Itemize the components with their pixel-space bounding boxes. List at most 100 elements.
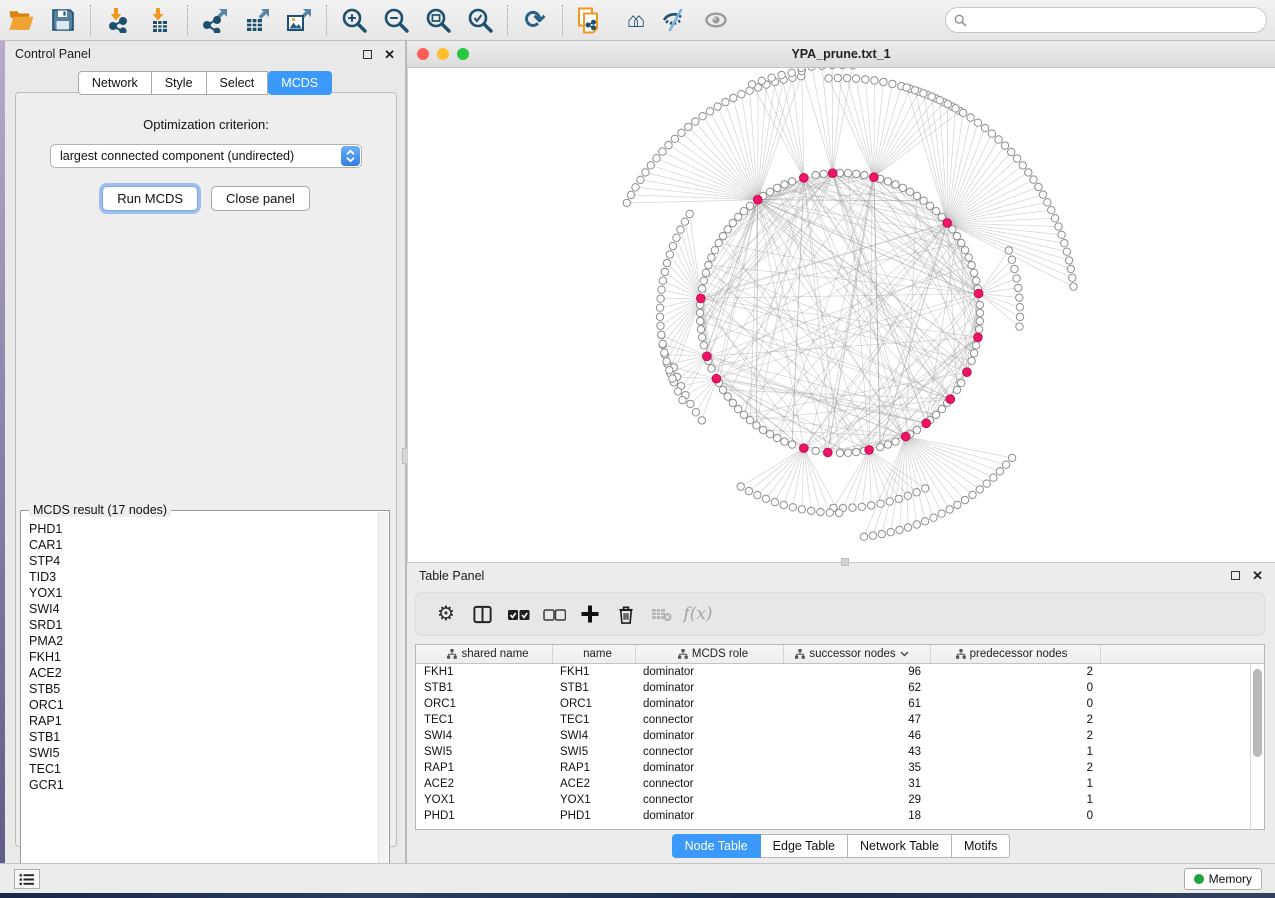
column-header-shared-name[interactable]: shared name bbox=[416, 645, 553, 663]
zoom-selected-button[interactable] bbox=[463, 4, 497, 36]
optimization-criterion-select[interactable]: largest connected component (undirected) bbox=[50, 144, 362, 168]
export-table-button[interactable] bbox=[240, 4, 274, 36]
list-item[interactable]: TID3 bbox=[29, 569, 377, 585]
table-panel-header: Table Panel ✕ bbox=[407, 563, 1275, 588]
list-item[interactable]: STB1 bbox=[29, 729, 377, 745]
mcds-result-title: MCDS result (17 nodes) bbox=[29, 503, 171, 517]
toolbar-separator bbox=[187, 5, 188, 35]
column-header-name[interactable]: name bbox=[553, 645, 636, 663]
table-row[interactable]: TEC1TEC1connector472 bbox=[416, 712, 1250, 728]
eye-icon bbox=[703, 7, 730, 33]
status-bar: Memory bbox=[0, 863, 1275, 893]
list-item[interactable]: PMA2 bbox=[29, 633, 377, 649]
search-field[interactable] bbox=[945, 7, 1267, 33]
show-all-button[interactable] bbox=[699, 4, 733, 36]
float-window-icon[interactable] bbox=[363, 50, 372, 59]
list-item[interactable]: STP4 bbox=[29, 553, 377, 569]
column-header-predecessor-nodes[interactable]: predecessor nodes bbox=[931, 645, 1101, 663]
list-item[interactable]: FKH1 bbox=[29, 649, 377, 665]
horizontal-splitter-grip[interactable] bbox=[841, 558, 849, 566]
create-column-button[interactable] bbox=[572, 596, 608, 632]
list-item[interactable]: ORC1 bbox=[29, 697, 377, 713]
list-item[interactable]: GCR1 bbox=[29, 777, 377, 793]
table-row[interactable]: SWI4SWI4dominator462 bbox=[416, 728, 1250, 744]
import-network-icon bbox=[105, 7, 131, 33]
network-view-titlebar: YPA_prune.txt_1 bbox=[407, 41, 1275, 68]
sort-descending-icon bbox=[900, 651, 909, 657]
desktop-wallpaper-bottom bbox=[0, 893, 1275, 898]
import-table-button[interactable] bbox=[143, 4, 177, 36]
deselect-all-button[interactable] bbox=[536, 596, 572, 632]
network-canvas[interactable] bbox=[407, 68, 1275, 562]
list-item[interactable]: ACE2 bbox=[29, 665, 377, 681]
export-table-icon bbox=[244, 7, 271, 33]
trash-icon bbox=[616, 604, 636, 625]
refresh-layout-button[interactable]: ⟳ bbox=[518, 4, 552, 36]
close-icon[interactable]: ✕ bbox=[384, 48, 395, 61]
tab-mcds[interactable]: MCDS bbox=[268, 71, 332, 95]
tab-motifs[interactable]: Motifs bbox=[952, 834, 1010, 858]
close-icon[interactable]: ✕ bbox=[1252, 569, 1263, 582]
column-header-mcds-role[interactable]: MCDS role bbox=[636, 645, 784, 663]
table-row[interactable]: PHD1PHD1dominator180 bbox=[416, 808, 1250, 824]
tab-edge-table[interactable]: Edge Table bbox=[761, 834, 848, 858]
column-header-successor-nodes[interactable]: successor nodes bbox=[784, 645, 931, 663]
hide-selected-button[interactable] bbox=[657, 4, 691, 36]
zoom-out-button[interactable] bbox=[379, 4, 413, 36]
list-item[interactable]: TEC1 bbox=[29, 761, 377, 777]
clone-network-button[interactable] bbox=[573, 4, 607, 36]
memory-button[interactable]: Memory bbox=[1184, 868, 1262, 890]
table-row[interactable]: STB1STB1dominator620 bbox=[416, 680, 1250, 696]
list-item[interactable]: STB5 bbox=[29, 681, 377, 697]
tab-select[interactable]: Select bbox=[207, 71, 269, 95]
list-item[interactable]: SWI4 bbox=[29, 601, 377, 617]
close-panel-button[interactable]: Close panel bbox=[211, 186, 310, 211]
node-table: shared name name MCDS role successor nod… bbox=[415, 644, 1265, 830]
eye-slash-icon bbox=[661, 7, 688, 33]
list-item[interactable]: PHD1 bbox=[29, 521, 377, 537]
table-panel-title: Table Panel bbox=[419, 569, 484, 583]
tab-node-table[interactable]: Node Table bbox=[672, 834, 761, 858]
function-icon: f(x) bbox=[683, 604, 712, 624]
attribute-icon bbox=[447, 649, 457, 659]
open-file-button[interactable] bbox=[4, 4, 38, 36]
table-row[interactable]: SWI5SWI5connector431 bbox=[416, 744, 1250, 760]
list-item[interactable]: SWI5 bbox=[29, 745, 377, 761]
table-row[interactable]: FKH1FKH1dominator962 bbox=[416, 664, 1250, 680]
export-network-button[interactable] bbox=[198, 4, 232, 36]
select-all-button[interactable] bbox=[500, 596, 536, 632]
save-session-button[interactable] bbox=[46, 4, 80, 36]
zoom-in-button[interactable] bbox=[337, 4, 371, 36]
table-settings-button[interactable]: ⚙ bbox=[428, 596, 464, 632]
float-window-icon[interactable] bbox=[1231, 571, 1240, 580]
toolbar-separator bbox=[90, 5, 91, 35]
export-image-button[interactable] bbox=[282, 4, 316, 36]
table-scrollbar[interactable] bbox=[1250, 664, 1264, 829]
table-row[interactable]: ACE2ACE2connector311 bbox=[416, 776, 1250, 792]
table-row[interactable]: YOX1YOX1connector291 bbox=[416, 792, 1250, 808]
list-item[interactable]: YOX1 bbox=[29, 585, 377, 601]
memory-status-icon bbox=[1194, 874, 1204, 884]
scrollbar-thumb[interactable] bbox=[1253, 669, 1262, 757]
show-columns-button[interactable] bbox=[464, 596, 500, 632]
tab-network-table[interactable]: Network Table bbox=[848, 834, 952, 858]
tab-network[interactable]: Network bbox=[78, 71, 152, 95]
column-header-filler bbox=[1101, 645, 1264, 663]
show-panels-list-button[interactable] bbox=[14, 869, 40, 889]
mcds-scrollbar[interactable] bbox=[378, 512, 388, 878]
attribute-icon bbox=[795, 649, 805, 659]
mcds-result-list[interactable]: PHD1 CAR1 STP4 TID3 YOX1 SWI4 SRD1 PMA2 … bbox=[29, 521, 377, 877]
first-neighbors-button[interactable]: ⌂⌂ bbox=[615, 4, 649, 36]
table-row[interactable]: ORC1ORC1dominator610 bbox=[416, 696, 1250, 712]
list-item[interactable]: SRD1 bbox=[29, 617, 377, 633]
table-row[interactable]: RAP1RAP1dominator352 bbox=[416, 760, 1250, 776]
import-network-button[interactable] bbox=[101, 4, 135, 36]
zoom-fit-button[interactable] bbox=[421, 4, 455, 36]
tab-style[interactable]: Style bbox=[152, 71, 207, 95]
search-input[interactable] bbox=[972, 13, 1266, 27]
delete-column-button[interactable] bbox=[608, 596, 644, 632]
list-item[interactable]: CAR1 bbox=[29, 537, 377, 553]
run-mcds-button[interactable]: Run MCDS bbox=[102, 186, 198, 211]
network-graph[interactable] bbox=[408, 68, 1274, 560]
list-item[interactable]: RAP1 bbox=[29, 713, 377, 729]
